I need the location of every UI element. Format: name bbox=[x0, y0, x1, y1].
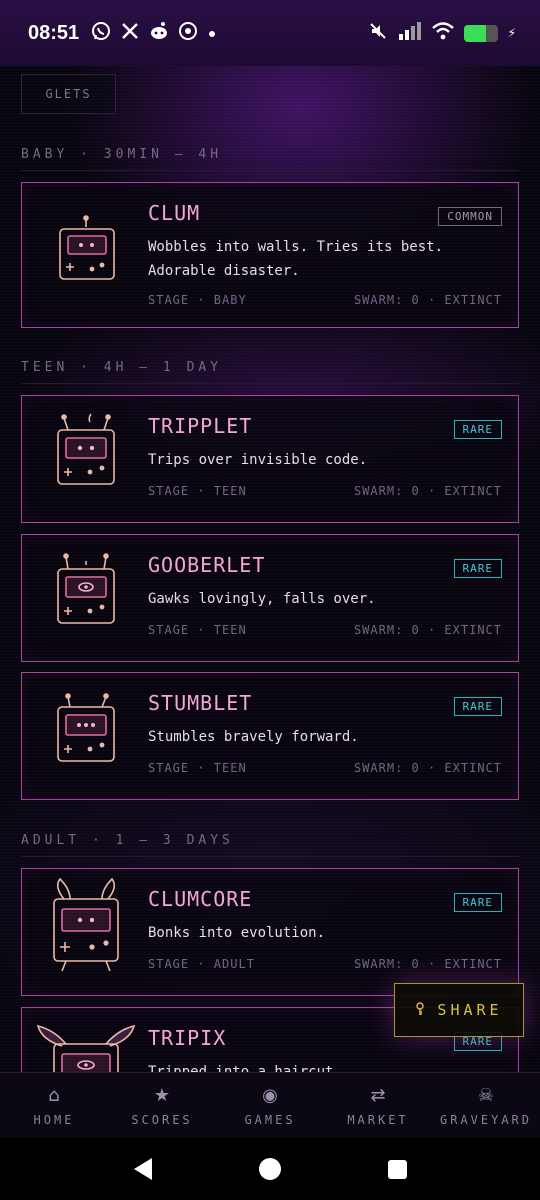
share-label: SHARE bbox=[437, 1001, 503, 1019]
rarity-badge: RARE bbox=[453, 893, 502, 912]
glet-stage: STAGE · TEEN bbox=[148, 484, 247, 498]
rarity-badge: RARE bbox=[453, 420, 502, 439]
nav-label: GAMES bbox=[244, 1112, 296, 1127]
mute-icon bbox=[368, 21, 388, 45]
glet-stage: STAGE · BABY bbox=[148, 293, 247, 307]
nav-graveyard[interactable]: ☠ GRAVEYARD bbox=[432, 1073, 540, 1138]
bottom-nav: ⌂ HOME ★ SCORES ◉ GAMES ⇄ MARKET ☠ GRAVE… bbox=[0, 1072, 540, 1138]
nav-label: SCORES bbox=[131, 1112, 193, 1127]
glet-swarm-status: SWARM: 0 · EXTINCT bbox=[353, 761, 502, 775]
reddit-icon bbox=[149, 21, 169, 46]
system-nav-bar bbox=[0, 1138, 540, 1200]
games-icon: ◉ bbox=[262, 1084, 278, 1106]
glet-card-clum[interactable]: CLUM COMMON Wobbles into walls. Tries it… bbox=[21, 182, 519, 328]
nav-market[interactable]: ⇄ MARKET bbox=[324, 1073, 432, 1138]
rarity-badge: RARE bbox=[453, 697, 502, 716]
glet-name: CLUMCORE bbox=[148, 887, 253, 911]
section-label-adult: ADULT · 1 – 3 DAYS bbox=[21, 833, 234, 848]
skull-icon: ☠ bbox=[477, 1084, 495, 1106]
glet-name: GOOBERLET bbox=[148, 553, 266, 577]
glet-stage: STAGE · TEEN bbox=[148, 623, 247, 637]
glet-description: Stumbles bravely forward. bbox=[148, 729, 359, 745]
nav-label: MARKET bbox=[347, 1112, 409, 1127]
status-time: 08:51 bbox=[28, 21, 80, 44]
glet-swarm-status: SWARM: 0 · EXTINCT bbox=[353, 293, 502, 307]
gooberlet-creature-icon bbox=[44, 549, 128, 633]
home-circle-icon[interactable] bbox=[258, 1158, 281, 1180]
status-bar: 08:51 ⚡ bbox=[0, 0, 540, 66]
glet-swarm-status: SWARM: 0 · EXTINCT bbox=[353, 623, 502, 637]
glet-swarm-status: SWARM: 0 · EXTINCT bbox=[353, 957, 502, 971]
glet-swarm-status: SWARM: 0 · EXTINCT bbox=[353, 484, 502, 498]
signal-icon bbox=[398, 22, 422, 44]
dot-icon bbox=[207, 23, 217, 44]
nav-label: GRAVEYARD bbox=[439, 1112, 533, 1127]
notification-icons bbox=[91, 21, 217, 46]
wifi-icon bbox=[431, 22, 454, 44]
recents-icon[interactable] bbox=[387, 1159, 407, 1179]
clumcore-creature-icon bbox=[44, 877, 128, 972]
system-status-icons: ⚡ bbox=[368, 21, 516, 45]
glet-description: Gawks lovingly, falls over. bbox=[148, 591, 376, 607]
clum-creature-icon bbox=[44, 209, 128, 293]
tripplet-creature-icon bbox=[44, 410, 128, 494]
glet-card-gooberlet[interactable]: GOOBERLET RARE Gawks lovingly, falls ove… bbox=[21, 534, 519, 662]
glets-list[interactable]: GLETS BABY · 30MIN – 4H CLUM COMMON Wobb… bbox=[0, 66, 540, 1072]
rarity-badge: COMMON bbox=[438, 207, 502, 226]
tripix-creature-icon bbox=[36, 1022, 136, 1072]
glet-description: Tripped into a haircut. bbox=[148, 1064, 342, 1072]
tab-glets[interactable]: GLETS bbox=[21, 74, 116, 114]
whatsapp-icon bbox=[91, 21, 111, 46]
glet-name: TRIPPLET bbox=[148, 414, 253, 438]
battery-level-fill bbox=[463, 24, 486, 42]
star-icon: ★ bbox=[153, 1084, 171, 1106]
nav-scores[interactable]: ★ SCORES bbox=[108, 1073, 216, 1138]
glet-stage: STAGE · TEEN bbox=[148, 761, 247, 775]
glet-description: Bonks into evolution. bbox=[148, 925, 326, 941]
rarity-badge: RARE bbox=[453, 559, 502, 578]
glet-name: TRIPIX bbox=[148, 1026, 227, 1050]
glet-card-tripplet[interactable]: TRIPPLET RARE Trips over invisible code.… bbox=[21, 395, 519, 523]
nav-home[interactable]: ⌂ HOME bbox=[0, 1073, 108, 1138]
glet-name: CLUM bbox=[148, 201, 201, 225]
section-label-teen: TEEN · 4H – 1 DAY bbox=[21, 360, 223, 375]
glet-description: Wobbles into walls. Tries its best. Ador… bbox=[148, 239, 444, 279]
home-icon: ⌂ bbox=[48, 1084, 60, 1106]
glet-description: Trips over invisible code. bbox=[148, 452, 368, 468]
stumblet-creature-icon bbox=[44, 687, 128, 771]
glet-card-clumcore[interactable]: CLUMCORE RARE Bonks into evolution. STAG… bbox=[21, 868, 519, 996]
share-button[interactable]: SHARE bbox=[394, 983, 524, 1037]
glet-name: STUMBLET bbox=[148, 691, 253, 715]
battery-icon bbox=[463, 24, 498, 42]
key-icon bbox=[415, 1001, 425, 1019]
charging-icon: ⚡ bbox=[507, 25, 516, 41]
swap-icon: ⇄ bbox=[370, 1084, 386, 1106]
section-divider bbox=[21, 856, 519, 857]
x-icon bbox=[121, 22, 139, 45]
glet-stage: STAGE · ADULT bbox=[148, 957, 255, 971]
section-label-baby: BABY · 30MIN – 4H bbox=[21, 147, 223, 162]
section-divider bbox=[21, 170, 519, 171]
section-divider bbox=[21, 383, 519, 384]
back-icon[interactable] bbox=[133, 1158, 152, 1180]
glet-card-stumblet[interactable]: STUMBLET RARE Stumbles bravely forward. … bbox=[21, 672, 519, 800]
nav-games[interactable]: ◉ GAMES bbox=[216, 1073, 324, 1138]
chrome-icon bbox=[179, 21, 198, 45]
nav-label: HOME bbox=[33, 1112, 75, 1127]
